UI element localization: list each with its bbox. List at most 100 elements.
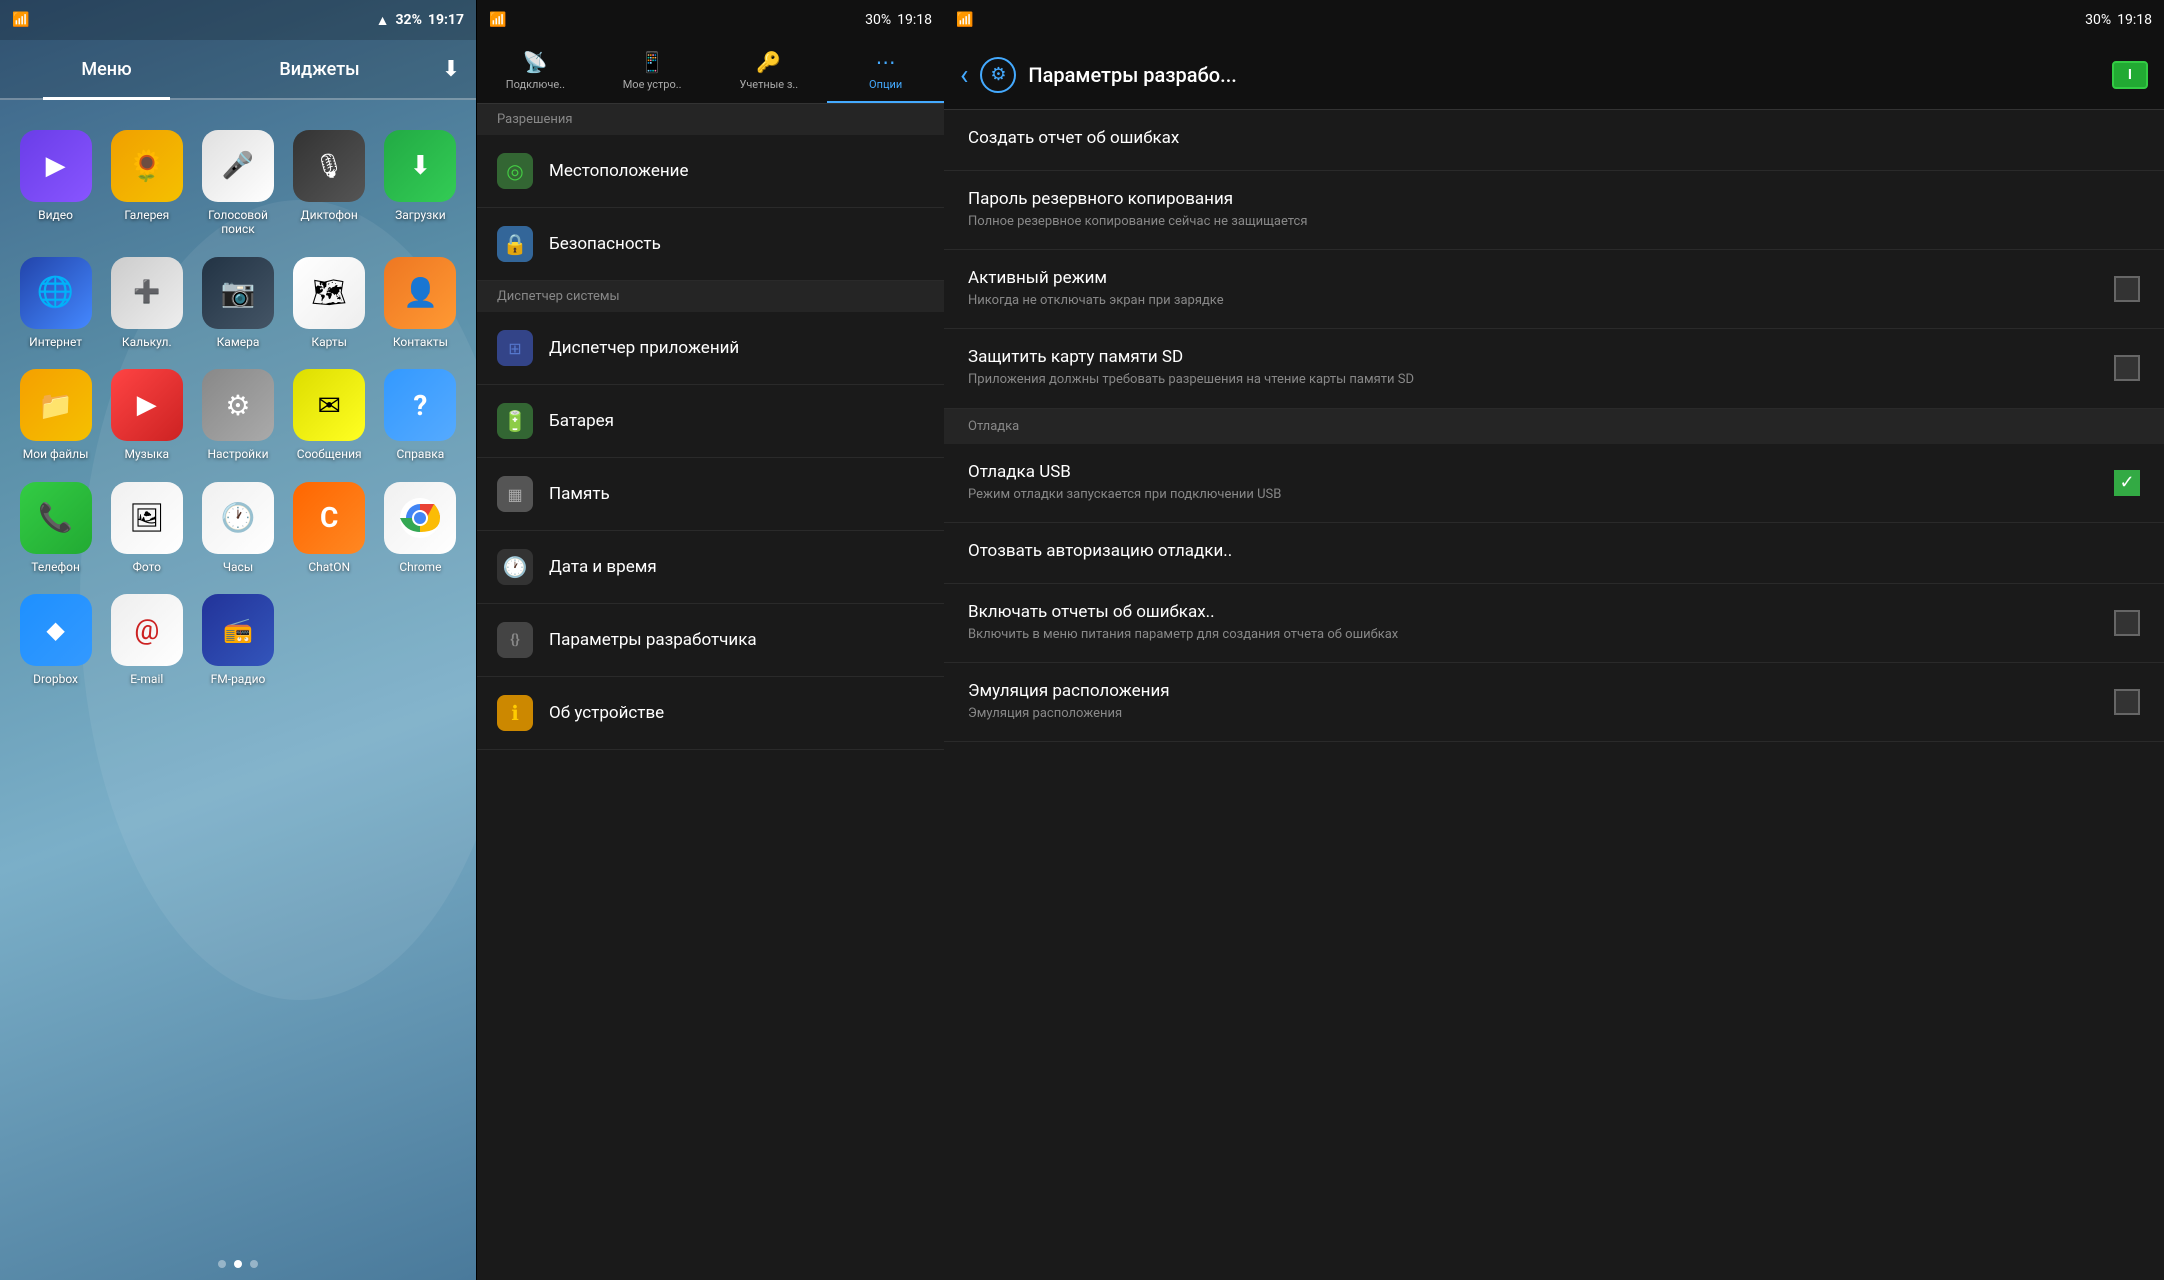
settings-memory[interactable]: ▦ Память	[477, 458, 944, 531]
app-dictaphone-icon: 🎙	[293, 130, 365, 202]
app-settings-label: Настройки	[207, 447, 268, 461]
app-messages-label: Сообщения	[297, 447, 362, 461]
usb-debug-text: Отладка USB Режим отладки запускается пр…	[968, 462, 2114, 504]
app-video-icon: ▶	[20, 130, 92, 202]
app-fmradio-icon: 📻	[202, 594, 274, 666]
app-help-icon: ?	[384, 369, 456, 441]
app-dictaphone-label: Диктофон	[301, 208, 358, 222]
dev-wifi-icon: 📶	[956, 12, 973, 28]
home-status-bar: 📶 ▲ 32% 19:17	[0, 0, 476, 40]
mock-location-checkbox[interactable]	[2114, 689, 2140, 715]
developer-icon: {}	[497, 622, 533, 658]
tab-widgets[interactable]: Виджеты	[213, 41, 426, 98]
dev-status-bar: 📶 30% 19:18	[944, 0, 2164, 40]
protect-sd-text: Защитить карту памяти SD Приложения долж…	[968, 347, 2114, 389]
app-clock-icon: 🕐	[202, 482, 274, 554]
settings-time: 19:18	[897, 12, 932, 28]
app-gallery[interactable]: 🌻 Галерея	[101, 120, 192, 247]
app-settings[interactable]: ⚙ Настройки	[192, 359, 283, 471]
app-maps-label: Карты	[311, 335, 347, 349]
dev-item-protect-sd[interactable]: Защитить карту памяти SD Приложения долж…	[944, 329, 2164, 408]
app-help[interactable]: ? Справка	[375, 359, 466, 471]
error-reports-checkbox[interactable]	[2114, 610, 2140, 636]
app-maps[interactable]: 🗺 Карты	[284, 247, 375, 359]
app-phone[interactable]: 📞 Телефон	[10, 472, 101, 584]
dot-2	[234, 1260, 242, 1268]
settings-panel: 📶 30% 19:18 📡 Подключе.. 📱 Мое устро.. 🔑…	[476, 0, 944, 1280]
home-status-right: ▲ 32% 19:17	[376, 12, 464, 29]
settings-appmanager[interactable]: ⊞ Диспетчер приложений	[477, 312, 944, 385]
app-chrome[interactable]: Chrome	[375, 472, 466, 584]
app-phone-icon: 📞	[20, 482, 92, 554]
app-clock[interactable]: 🕐 Часы	[192, 472, 283, 584]
tab-menu-label: Меню	[81, 59, 131, 80]
app-fmradio-label: FM-радио	[211, 672, 266, 686]
settings-datetime[interactable]: 🕐 Дата и время	[477, 531, 944, 604]
tab-menu[interactable]: Меню	[0, 41, 213, 98]
app-voice[interactable]: 🎤 Голосовой поиск	[192, 120, 283, 247]
tab-device[interactable]: 📱 Мое устро..	[594, 40, 711, 103]
tab-accounts-label: Учетные з..	[740, 78, 799, 91]
app-camera-icon: 📷	[202, 257, 274, 329]
tab-device-label: Мое устро..	[623, 78, 682, 91]
dev-item-bug-report[interactable]: Создать отчет об ошибках	[944, 110, 2164, 171]
app-calc[interactable]: ➕ Калькул.	[101, 247, 192, 359]
tab-connect-label: Подключе..	[506, 78, 565, 91]
dev-time: 19:18	[2117, 12, 2152, 28]
developer-label: Параметры разработчика	[549, 630, 757, 650]
app-contacts[interactable]: 👤 Контакты	[375, 247, 466, 359]
app-chaton[interactable]: C ChatON	[284, 472, 375, 584]
dev-item-active-mode[interactable]: Активный режим Никогда не отключать экра…	[944, 250, 2164, 329]
dev-item-revoke-auth[interactable]: Отозвать авторизацию отладки..	[944, 523, 2164, 584]
app-dictaphone[interactable]: 🎙 Диктофон	[284, 120, 375, 247]
tab-connect[interactable]: 📡 Подключе..	[477, 40, 594, 103]
app-photos[interactable]: 🖼 Фото	[101, 472, 192, 584]
settings-security[interactable]: 🔒 Безопасность	[477, 208, 944, 281]
settings-about[interactable]: ℹ Об устройстве	[477, 677, 944, 750]
security-icon: 🔒	[497, 226, 533, 262]
dev-battery-indicator: I	[2112, 61, 2148, 89]
app-chaton-icon: C	[293, 482, 365, 554]
app-myfiles[interactable]: 📁 Мои файлы	[10, 359, 101, 471]
settings-battery: 30%	[865, 12, 891, 28]
tab-accounts[interactable]: 🔑 Учетные з..	[711, 40, 828, 103]
app-chaton-label: ChatON	[308, 560, 350, 574]
app-messages[interactable]: ✉ Сообщения	[284, 359, 375, 471]
app-email[interactable]: @ E-mail	[101, 584, 192, 696]
tab-options[interactable]: ⋯ Опции	[827, 40, 944, 103]
app-camera-label: Камера	[217, 335, 260, 349]
active-mode-row: Активный режим Никогда не отключать экра…	[968, 268, 2140, 310]
memory-icon: ▦	[497, 476, 533, 512]
dev-title: Параметры разрабо...	[1028, 63, 2099, 87]
settings-battery[interactable]: 🔋 Батарея	[477, 385, 944, 458]
app-internet[interactable]: 🌐 Интернет	[10, 247, 101, 359]
dev-item-error-reports[interactable]: Включать отчеты об ошибках.. Включить в …	[944, 584, 2164, 663]
app-video[interactable]: ▶ Видео	[10, 120, 101, 247]
bug-report-title: Создать отчет об ошибках	[968, 128, 1179, 152]
protect-sd-checkbox[interactable]	[2114, 355, 2140, 381]
app-music[interactable]: ▶ Музыка	[101, 359, 192, 471]
app-myfiles-label: Мои файлы	[23, 447, 89, 461]
back-button[interactable]: ‹	[960, 58, 968, 91]
app-email-icon: @	[111, 594, 183, 666]
active-mode-checkbox[interactable]	[2114, 276, 2140, 302]
app-voice-icon: 🎤	[202, 130, 274, 202]
dev-item-mock-location[interactable]: Эмуляция расположения Эмуляция расположе…	[944, 663, 2164, 742]
app-email-label: E-mail	[130, 672, 163, 686]
app-chrome-icon	[384, 482, 456, 554]
settings-developer[interactable]: {} Параметры разработчика	[477, 604, 944, 677]
app-photos-label: Фото	[133, 560, 161, 574]
app-myfiles-icon: 📁	[20, 369, 92, 441]
app-downloads[interactable]: ⬇ Загрузки	[375, 120, 466, 247]
app-dropbox[interactable]: ◆ Dropbox	[10, 584, 101, 696]
appmanager-label: Диспетчер приложений	[549, 338, 739, 358]
dev-item-usb-debug[interactable]: Отладка USB Режим отладки запускается пр…	[944, 444, 2164, 523]
app-camera[interactable]: 📷 Камера	[192, 247, 283, 359]
usb-debug-checkbox[interactable]: ✓	[2114, 470, 2140, 496]
app-help-label: Справка	[396, 447, 444, 461]
dev-item-backup-password[interactable]: Пароль резервного копирования Полное рез…	[944, 171, 2164, 250]
app-fmradio[interactable]: 📻 FM-радио	[192, 584, 283, 696]
security-label: Безопасность	[549, 234, 661, 254]
settings-location[interactable]: ◎ Местоположение	[477, 135, 944, 208]
download-icon[interactable]: ⬇	[426, 57, 476, 82]
